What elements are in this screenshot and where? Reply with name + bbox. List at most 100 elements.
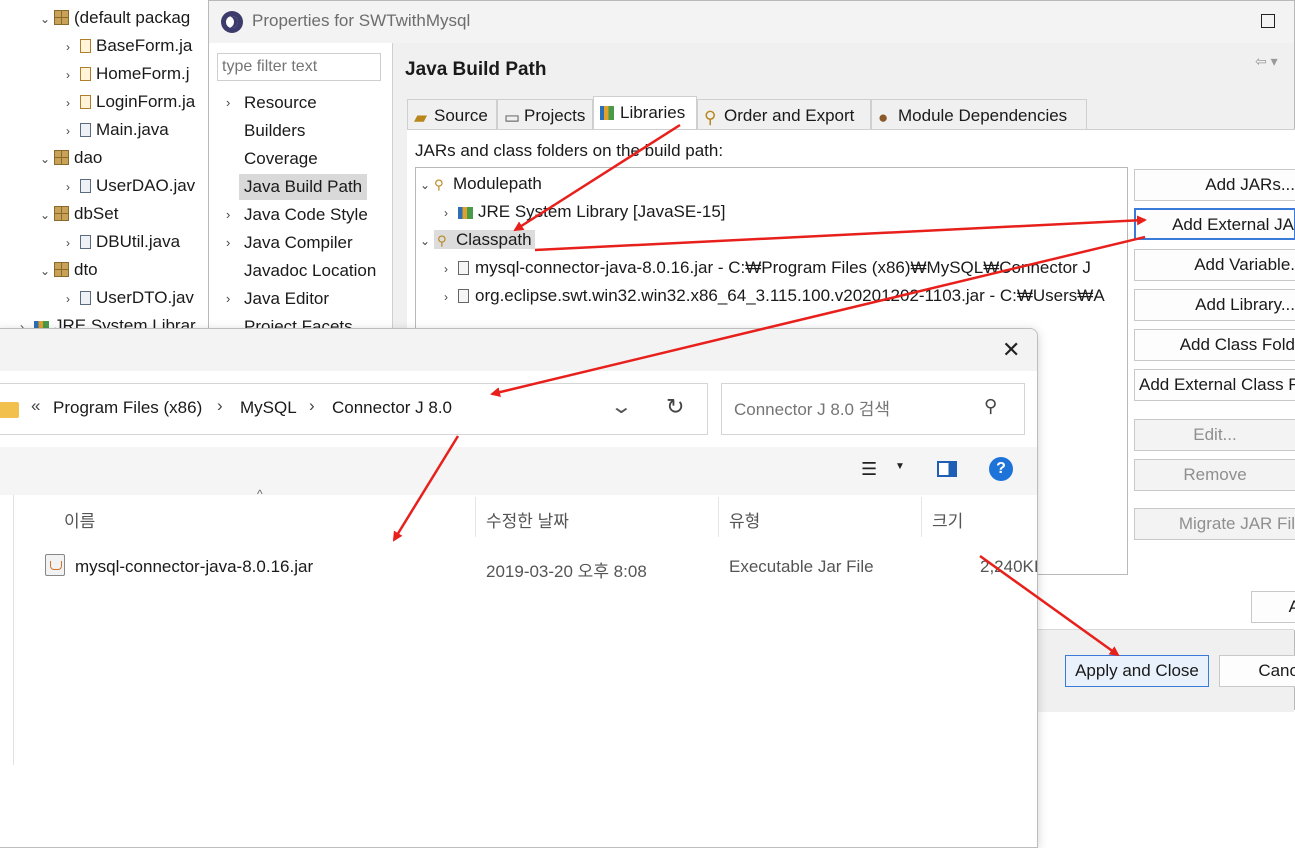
page-title: Java Build Path — [405, 59, 547, 80]
column-type[interactable]: 유형 — [729, 507, 760, 532]
breadcrumb-connector[interactable]: Connector J 8.0 — [332, 398, 452, 418]
tree-item-jar[interactable]: › org.eclipse.swt.win32.win32.x86_64_3.11… — [444, 282, 1105, 310]
dialog-title: Properties for SWTwithMysql — [252, 11, 471, 30]
chevron-down-icon[interactable]: ⌄ — [40, 145, 54, 173]
chooser-toolbar: ☰ ▼ ? — [0, 447, 1037, 495]
column-name[interactable]: 이름 — [64, 507, 95, 532]
tree-item-userdao[interactable]: › UserDAO.jav — [66, 172, 195, 200]
close-icon[interactable]: ✕ — [1002, 337, 1020, 363]
column-size[interactable]: 크기 — [932, 507, 963, 532]
add-external-jars-button[interactable]: Add External JA — [1134, 208, 1295, 240]
chevron-down-icon[interactable]: ⌄ — [40, 201, 54, 229]
chevron-right-icon[interactable]: › — [66, 285, 80, 313]
chevron-right-icon[interactable]: › — [444, 255, 458, 283]
refresh-icon[interactable]: ↻ — [666, 394, 684, 420]
add-external-class-folder-button[interactable]: Add External Class F — [1134, 369, 1295, 401]
help-icon[interactable]: ? — [989, 457, 1013, 481]
chevron-down-icon[interactable]: ⌄ — [610, 394, 633, 419]
breadcrumb-overflow[interactable]: « — [31, 396, 40, 416]
tree-item-dto[interactable]: ⌄ dto — [40, 256, 98, 284]
nav-item-java-code-style[interactable]: Java Code Style — [244, 202, 368, 228]
tree-item-dao[interactable]: ⌄ dao — [40, 144, 102, 172]
add-jars-button[interactable]: Add JARs... — [1134, 169, 1295, 201]
search-box[interactable]: ⚲ — [721, 383, 1025, 435]
column-divider[interactable] — [475, 497, 476, 537]
tab-projects[interactable]: ▭ Projects — [497, 99, 593, 129]
chevron-right-icon[interactable]: › — [66, 89, 80, 117]
view-list-icon[interactable]: ☰ — [861, 459, 877, 480]
migrate-jar-button[interactable]: Migrate JAR Fil — [1134, 508, 1295, 540]
package-icon — [54, 150, 69, 165]
preview-pane-icon[interactable] — [937, 461, 957, 477]
column-date[interactable]: 수정한 날짜 — [486, 507, 569, 532]
file-date: 2019-03-20 오후 8:08 — [486, 562, 647, 581]
file-row[interactable]: mysql-connector-java-8.0.16.jar 2019-03-… — [39, 551, 1039, 583]
java-file-icon — [80, 291, 91, 305]
tree-item-homeform[interactable]: › HomeForm.j — [66, 60, 190, 88]
tree-item-classpath[interactable]: ⌄ ⚲ Classpath — [420, 226, 535, 254]
tree-item-jar[interactable]: › mysql-connector-java-8.0.16.jar - C:₩Pr… — [444, 254, 1091, 282]
tree-item-modulepath[interactable]: ⌄ ⚲ Modulepath — [420, 170, 542, 198]
chevron-down-icon[interactable]: ⌄ — [40, 5, 54, 33]
address-bar[interactable]: « Program Files (x86) › MySQL › Connecto… — [0, 383, 708, 435]
tab-module-dependencies[interactable]: ● Module Dependencies — [871, 99, 1087, 129]
tree-item-dbset[interactable]: ⌄ dbSet — [40, 200, 118, 228]
chevron-down-icon[interactable]: ⌄ — [40, 257, 54, 285]
chevron-right-icon[interactable]: › — [226, 230, 230, 256]
nav-item-java-editor[interactable]: Java Editor — [244, 286, 329, 312]
nav-item-resource[interactable]: Resource — [244, 90, 317, 116]
apply-button[interactable]: A — [1251, 591, 1295, 623]
tree-item-dbutil[interactable]: › DBUtil.java — [66, 228, 180, 256]
cancel-button[interactable]: Canc — [1219, 655, 1295, 687]
chevron-right-icon[interactable]: › — [444, 283, 458, 311]
add-library-button[interactable]: Add Library... — [1134, 289, 1295, 321]
apply-and-close-button[interactable]: Apply and Close — [1065, 655, 1209, 687]
search-input[interactable] — [732, 396, 976, 424]
source-folder-icon: ▰ — [414, 108, 428, 127]
chevron-right-icon[interactable]: › — [66, 117, 80, 145]
chevron-down-icon[interactable]: ⌄ — [420, 227, 434, 255]
add-variable-button[interactable]: Add Variable. — [1134, 249, 1295, 281]
nav-item-javadoc-location[interactable]: Javadoc Location — [244, 258, 376, 284]
column-divider[interactable] — [921, 497, 922, 537]
caret-down-icon[interactable]: ▼ — [895, 461, 905, 472]
tree-item-baseform[interactable]: › BaseForm.ja — [66, 32, 192, 60]
nav-item-java-compiler[interactable]: Java Compiler — [244, 230, 353, 256]
history-nav-arrows[interactable]: ⇦ ▾ — [1255, 53, 1278, 70]
column-divider[interactable] — [718, 497, 719, 537]
modulepath-icon: ⚲ — [434, 177, 444, 192]
add-class-folder-button[interactable]: Add Class Fold — [1134, 329, 1295, 361]
chevron-right-icon[interactable]: › — [444, 199, 458, 227]
tree-item-main[interactable]: › Main.java — [66, 116, 169, 144]
chevron-right-icon[interactable]: › — [66, 33, 80, 61]
chevron-right-icon[interactable]: › — [226, 202, 230, 228]
jar-icon — [458, 289, 469, 303]
tree-item-loginform[interactable]: › LoginForm.ja — [66, 88, 195, 116]
nav-item-coverage[interactable]: Coverage — [244, 146, 318, 172]
filter-input[interactable] — [217, 53, 381, 81]
nav-item-java-build-path[interactable]: Java Build Path — [239, 174, 368, 200]
tab-order-and-export[interactable]: ⚲ Order and Export — [697, 99, 871, 129]
tab-libraries[interactable]: Libraries — [593, 96, 697, 129]
chevron-right-icon[interactable]: › — [226, 90, 230, 116]
chevron-right-icon[interactable]: › — [66, 229, 80, 257]
breadcrumb-mysql[interactable]: MySQL — [240, 398, 297, 418]
nav-item-builders[interactable]: Builders — [244, 118, 305, 144]
chevron-right-icon[interactable]: › — [66, 61, 80, 89]
tree-item-jre-system-library[interactable]: › JRE System Library [JavaSE-15] — [444, 198, 726, 226]
java-form-file-icon — [80, 95, 91, 109]
edit-button[interactable]: Edit... — [1134, 419, 1295, 451]
library-icon — [458, 207, 473, 219]
eclipse-icon — [221, 11, 243, 33]
package-icon — [54, 206, 69, 221]
tab-source[interactable]: ▰ Source — [407, 99, 497, 129]
chevron-down-icon[interactable]: ⌄ — [420, 171, 434, 199]
chevron-right-icon[interactable]: › — [226, 286, 230, 312]
remove-button[interactable]: Remove — [1134, 459, 1295, 491]
breadcrumb-program-files[interactable]: Program Files (x86) — [53, 398, 202, 418]
maximize-icon[interactable] — [1261, 14, 1275, 28]
tree-item-userdto[interactable]: › UserDTO.jav — [66, 284, 194, 312]
tree-item-default-package[interactable]: ⌄ (default packag — [40, 4, 190, 32]
chevron-right-icon[interactable]: › — [66, 173, 80, 201]
search-icon[interactable]: ⚲ — [984, 396, 997, 417]
